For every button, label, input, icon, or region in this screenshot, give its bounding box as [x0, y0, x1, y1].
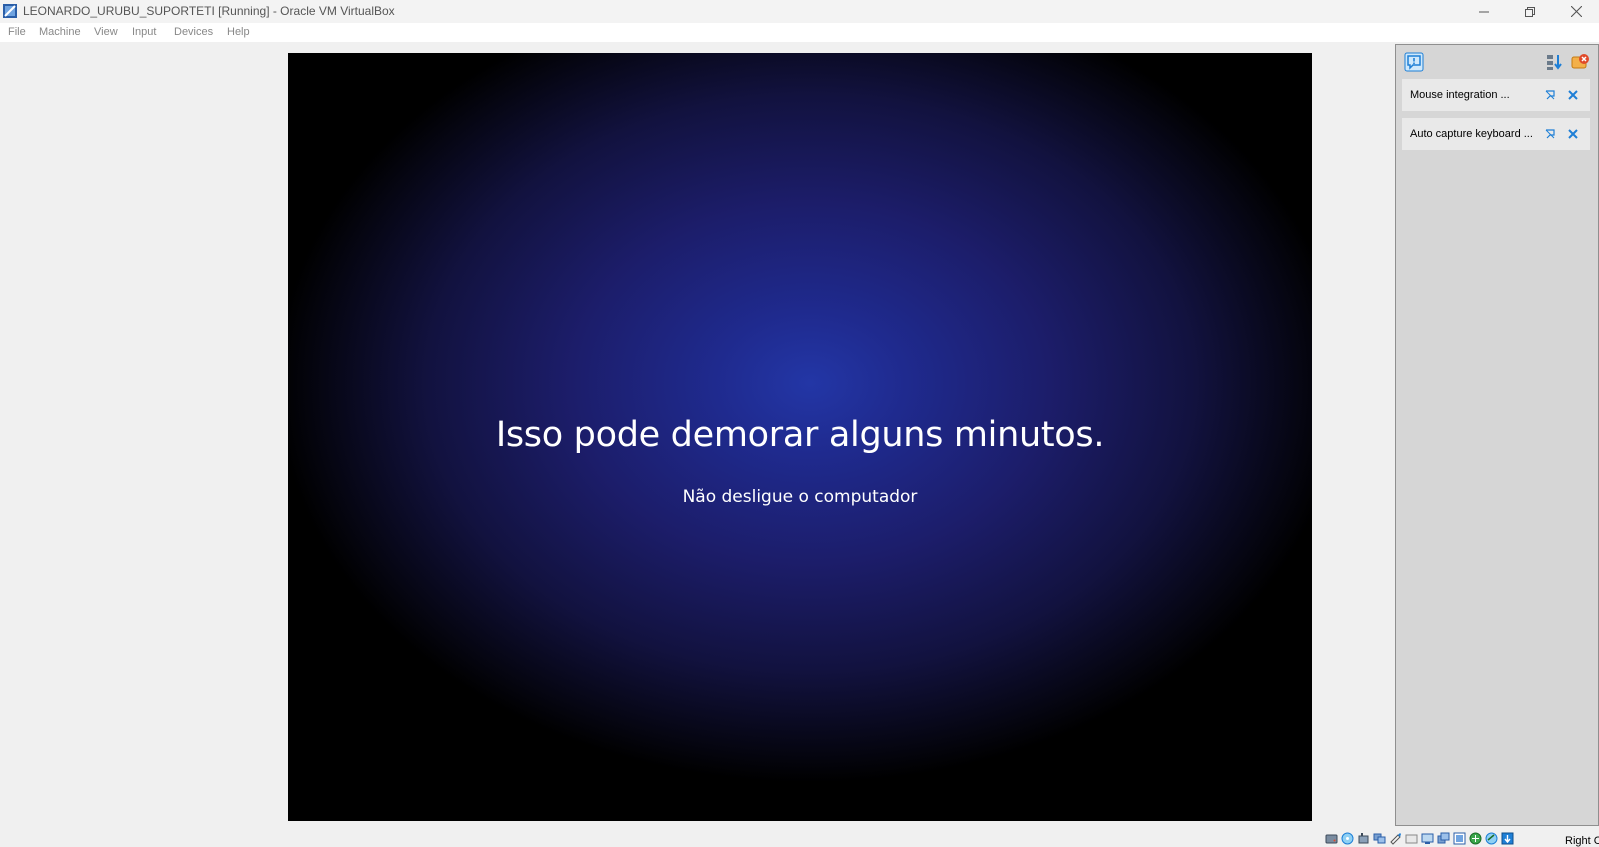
- menu-file[interactable]: File: [8, 26, 26, 38]
- usb-icon[interactable]: [1389, 832, 1402, 845]
- menu-machine[interactable]: Machine: [39, 26, 81, 38]
- menu-input[interactable]: Input: [132, 26, 156, 38]
- restore-icon: [1525, 6, 1535, 17]
- host-key-label: Right Control: [1565, 835, 1599, 847]
- notification-text: Auto capture keyboard ...: [1410, 128, 1533, 140]
- dismiss-all-icon[interactable]: [1570, 52, 1590, 72]
- close-icon: [1570, 6, 1582, 17]
- virtualbox-icon: [3, 4, 17, 18]
- menu-devices[interactable]: Devices: [174, 26, 213, 38]
- vm-message: Isso pode demorar alguns minutos.: [495, 415, 1105, 455]
- notification-text: Mouse integration ...: [1410, 89, 1510, 101]
- recording-icon[interactable]: [1437, 832, 1450, 845]
- sort-icon[interactable]: [1544, 52, 1564, 72]
- close-icon[interactable]: [1567, 128, 1579, 140]
- minimize-button[interactable]: [1461, 0, 1507, 23]
- window-title: LEONARDO_URUBU_SUPORTETI [Running] - Ora…: [23, 4, 395, 18]
- cpu-icon[interactable]: [1469, 832, 1482, 845]
- vm-submessage: Não desligue o computador: [682, 487, 918, 507]
- audio-icon[interactable]: [1357, 832, 1370, 845]
- optical-drive-icon[interactable]: [1341, 832, 1354, 845]
- notification-item[interactable]: Mouse integration ...: [1402, 79, 1590, 111]
- menu-view[interactable]: View: [94, 26, 118, 38]
- restore-button[interactable]: [1507, 0, 1553, 23]
- notification-center: Mouse integration ... Auto capture keybo…: [1395, 44, 1599, 826]
- mouse-integration-icon[interactable]: [1485, 832, 1498, 845]
- close-icon[interactable]: [1567, 89, 1579, 101]
- keyboard-icon[interactable]: [1501, 832, 1514, 845]
- menu-bar: File Machine View Input Devices Help: [0, 23, 1599, 42]
- network-icon[interactable]: [1373, 832, 1386, 845]
- capture-icon[interactable]: [1453, 832, 1466, 845]
- vm-display[interactable]: Isso pode demorar alguns minutos. Não de…: [288, 53, 1312, 821]
- title-bar: LEONARDO_URUBU_SUPORTETI [Running] - Ora…: [0, 0, 1599, 23]
- hard-disk-icon[interactable]: [1325, 832, 1338, 845]
- display-icon[interactable]: [1421, 832, 1434, 845]
- notification-center-icon[interactable]: [1404, 52, 1424, 72]
- menu-help[interactable]: Help: [227, 26, 250, 38]
- pin-icon[interactable]: [1544, 128, 1556, 140]
- pin-icon[interactable]: [1544, 89, 1556, 101]
- close-button[interactable]: [1553, 0, 1599, 23]
- shared-folders-icon[interactable]: [1405, 832, 1418, 845]
- minimize-icon: [1479, 11, 1489, 12]
- notification-item[interactable]: Auto capture keyboard ...: [1402, 118, 1590, 150]
